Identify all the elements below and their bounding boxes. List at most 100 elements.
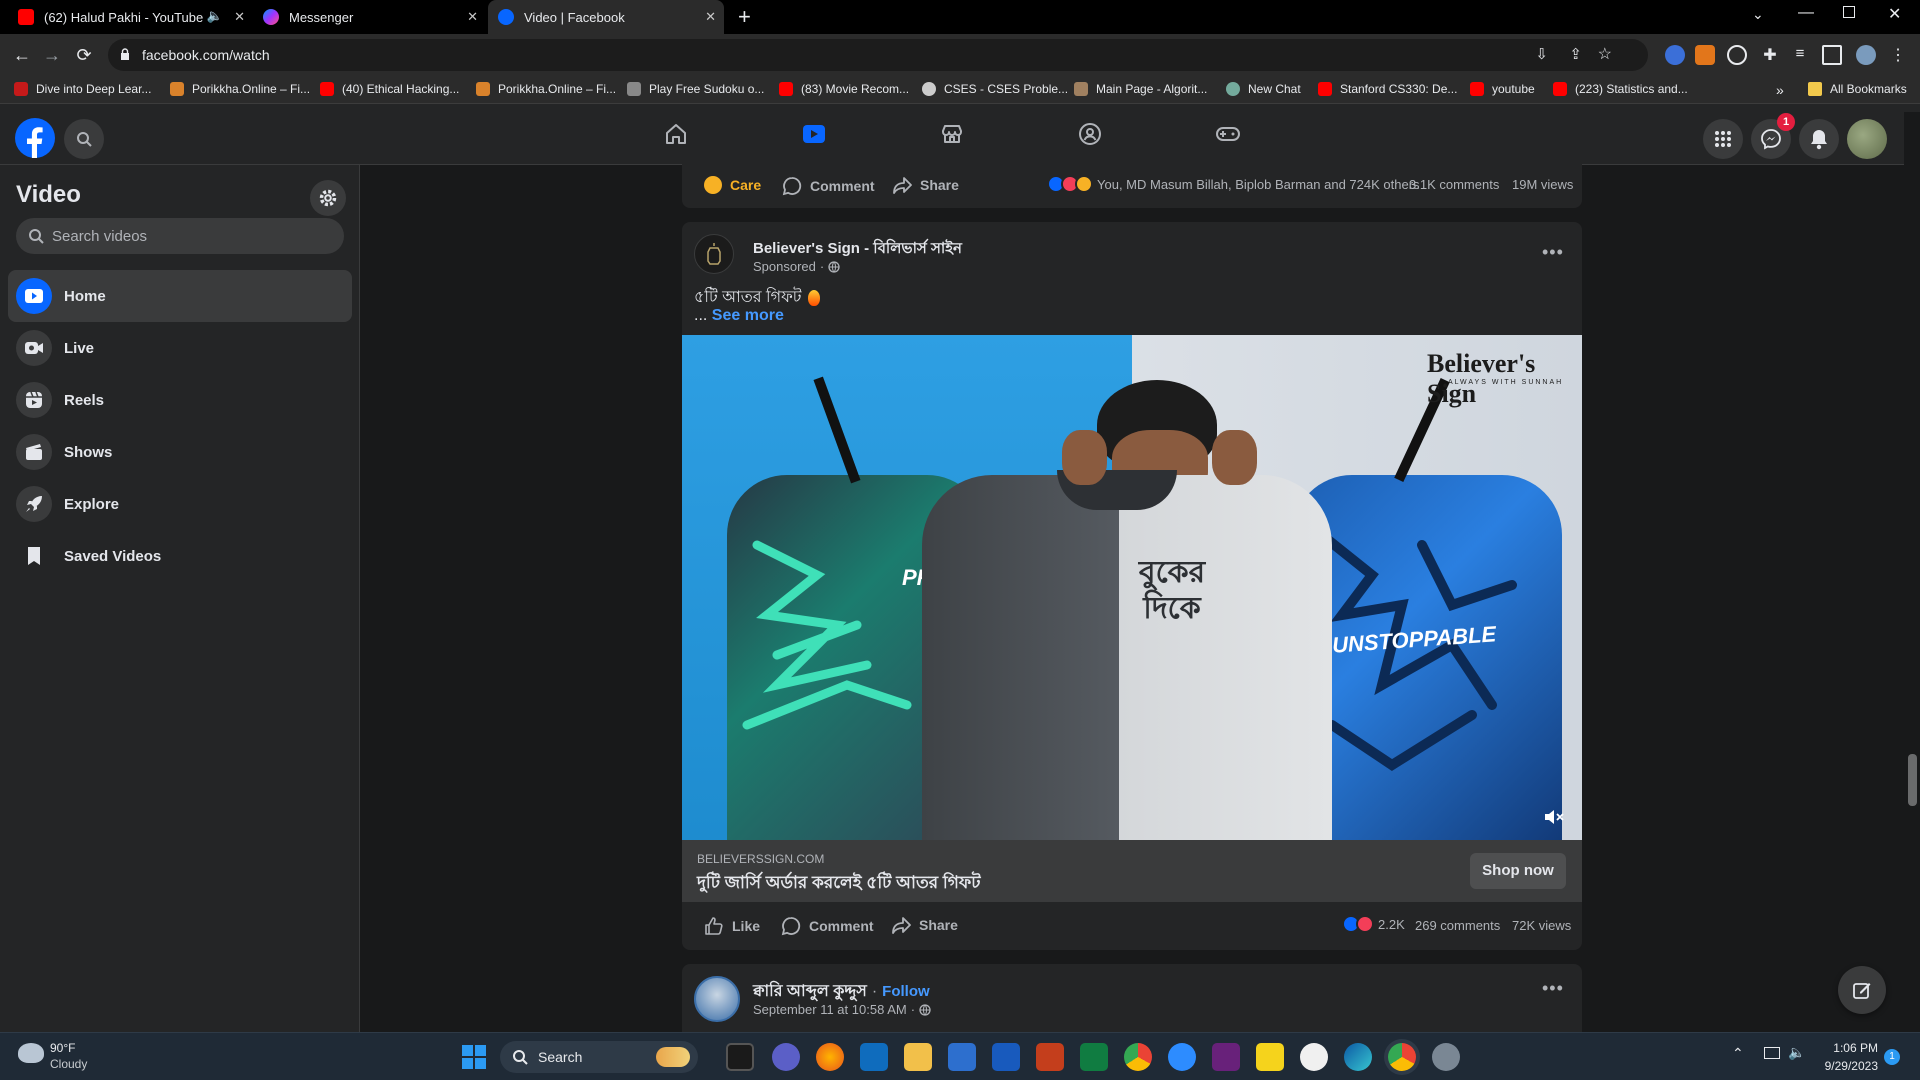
shop-now-button[interactable]: Shop now — [1470, 853, 1566, 889]
bookmark-item[interactable]: Porikkha.Online – Fi... — [170, 82, 310, 96]
share-button[interactable]: Share — [892, 176, 959, 194]
bookmark-item[interactable]: youtube — [1470, 82, 1535, 96]
teams-chat-icon[interactable] — [772, 1043, 800, 1071]
extension-react-icon[interactable] — [1665, 45, 1685, 65]
bookmark-item[interactable]: (83) Movie Recom... — [779, 82, 909, 96]
back-button[interactable]: ← — [8, 42, 36, 68]
nav-home[interactable] — [607, 104, 745, 164]
reaction-summary[interactable]: You, MD Masum Billah, Biplob Barman and … — [1047, 175, 1420, 193]
taskbar-search[interactable]: Search — [500, 1041, 698, 1073]
excel-icon[interactable] — [1080, 1043, 1108, 1071]
sponsored-label[interactable]: Sponsored — [753, 259, 816, 274]
new-message-button[interactable] — [1838, 966, 1886, 1014]
facebook-logo[interactable] — [15, 118, 55, 158]
install-icon[interactable]: ⇩ — [1535, 45, 1548, 63]
nav-marketplace[interactable] — [883, 104, 1021, 164]
clock-date[interactable]: 9/29/2023 — [1818, 1059, 1878, 1073]
minimize-button[interactable]: — — [1798, 4, 1814, 22]
file-explorer-icon[interactable] — [904, 1043, 932, 1071]
extension-metamask-icon[interactable] — [1695, 45, 1715, 65]
settings-button[interactable] — [310, 180, 346, 216]
powerpoint-icon[interactable] — [1036, 1043, 1064, 1071]
sidebar-item-home[interactable]: Home — [8, 270, 352, 322]
page-avatar[interactable] — [694, 234, 734, 274]
care-button[interactable]: Care — [704, 176, 761, 194]
volume-icon[interactable]: 🔈 — [1788, 1044, 1805, 1061]
share-page-icon[interactable]: ⇪ — [1569, 45, 1582, 63]
tab-search-icon[interactable]: ⌄ — [1752, 6, 1764, 23]
comment-button[interactable]: Comment — [781, 916, 874, 936]
bookmark-item[interactable]: New Chat — [1226, 82, 1301, 96]
notification-badge[interactable]: 1 — [1884, 1049, 1900, 1065]
messenger-button[interactable]: 1 — [1751, 113, 1795, 159]
notifications-button[interactable] — [1799, 119, 1839, 159]
weather-condition[interactable]: Cloudy — [50, 1057, 87, 1071]
more-options-icon[interactable]: ••• — [1542, 978, 1564, 999]
outlook-icon[interactable] — [860, 1043, 888, 1071]
page-name[interactable]: ক্বারি আব্দুল কুদ্দুস — [753, 978, 867, 1005]
more-options-icon[interactable]: ••• — [1542, 242, 1564, 263]
sidebar-item-live[interactable]: Live — [8, 322, 352, 374]
nav-gaming[interactable] — [1159, 104, 1297, 164]
sidebar-item-saved-videos[interactable]: Saved Videos — [8, 530, 352, 582]
nav-video[interactable] — [745, 104, 883, 165]
media-player-icon[interactable] — [1256, 1043, 1284, 1071]
chrome-icon[interactable] — [1124, 1043, 1152, 1071]
ad-video[interactable]: PR UNSTOPPABLE বুকের দিকে Believer's Sig… — [682, 335, 1582, 840]
side-panel-icon[interactable] — [1822, 45, 1842, 65]
profile-avatar[interactable] — [1847, 119, 1887, 159]
firefox-icon[interactable] — [816, 1043, 844, 1071]
task-view-icon[interactable] — [726, 1043, 754, 1071]
forward-button[interactable]: → — [38, 42, 66, 68]
menu-button[interactable] — [1703, 119, 1743, 159]
edge-icon[interactable] — [1344, 1043, 1372, 1071]
bookmark-item[interactable]: Play Free Sudoku o... — [627, 82, 764, 96]
bookmark-item[interactable]: Porikkha.Online – Fi... — [476, 82, 616, 96]
close-window-button[interactable]: ✕ — [1888, 4, 1901, 24]
scrollbar-thumb[interactable] — [1908, 754, 1917, 806]
word-icon[interactable] — [992, 1043, 1020, 1071]
close-tab-icon[interactable]: ✕ — [705, 9, 716, 25]
all-bookmarks-folder[interactable]: All Bookmarks — [1808, 82, 1907, 96]
post-date[interactable]: September 11 at 10:58 AM — [753, 1002, 907, 1017]
browser-menu-icon[interactable]: ⋮ — [1888, 45, 1908, 65]
bookmark-item[interactable]: Stanford CS330: De... — [1318, 82, 1457, 96]
windows-start-icon[interactable] — [462, 1045, 486, 1069]
store-icon[interactable] — [948, 1043, 976, 1071]
more-bookmarks-icon[interactable]: » — [1776, 82, 1784, 98]
omnibox[interactable]: facebook.com/watch ⇩ ⇪ ☆ — [108, 39, 1648, 71]
bookmark-item[interactable]: (40) Ethical Hacking... — [320, 82, 459, 96]
page-avatar[interactable] — [694, 976, 740, 1022]
comments-count[interactable]: 3.1K comments — [1409, 177, 1499, 192]
clock-time[interactable]: 1:06 PM — [1826, 1041, 1878, 1055]
settings-gear-icon[interactable] — [1432, 1043, 1460, 1071]
tray-chevron-icon[interactable]: ⌃ — [1732, 1045, 1744, 1062]
follow-button[interactable]: Follow — [882, 983, 930, 1000]
bookmark-item[interactable]: Dive into Deep Lear... — [14, 82, 151, 96]
sidebar-item-explore[interactable]: Explore — [8, 478, 352, 530]
network-icon[interactable] — [1764, 1047, 1780, 1059]
sidebar-item-reels[interactable]: Reels — [8, 374, 352, 426]
close-tab-icon[interactable]: ✕ — [234, 9, 245, 25]
remote-app-icon[interactable] — [1300, 1043, 1328, 1071]
link-preview[interactable]: BELIEVERSSIGN.COM দুটি জার্সি অর্ডার করল… — [682, 840, 1582, 902]
see-more-link[interactable]: See more — [712, 307, 784, 324]
comments-count[interactable]: 269 comments — [1415, 918, 1500, 933]
visual-studio-icon[interactable] — [1212, 1043, 1240, 1071]
share-button[interactable]: Share — [891, 916, 958, 934]
tab-facebook-video[interactable]: Video | Facebook ✕ — [488, 0, 724, 34]
bookmark-item[interactable]: (223) Statistics and... — [1553, 82, 1688, 96]
extension-target-icon[interactable] — [1727, 45, 1747, 65]
page-scrollbar[interactable] — [1904, 112, 1920, 1032]
search-videos-input[interactable]: Search videos — [16, 218, 344, 254]
zoom-icon[interactable] — [1168, 1043, 1196, 1071]
close-tab-icon[interactable]: ✕ — [467, 9, 478, 25]
bookmark-item[interactable]: Main Page - Algorit... — [1074, 82, 1207, 96]
weather-temp[interactable]: 90°F — [50, 1041, 75, 1055]
bookmark-star-icon[interactable]: ☆ — [1598, 44, 1612, 64]
reaction-summary[interactable]: 2.2K — [1342, 915, 1405, 933]
mute-button[interactable] — [1540, 803, 1568, 831]
chrome-active-icon[interactable] — [1388, 1043, 1416, 1071]
profile-avatar-icon[interactable] — [1856, 45, 1876, 65]
nav-groups[interactable] — [1021, 104, 1159, 164]
